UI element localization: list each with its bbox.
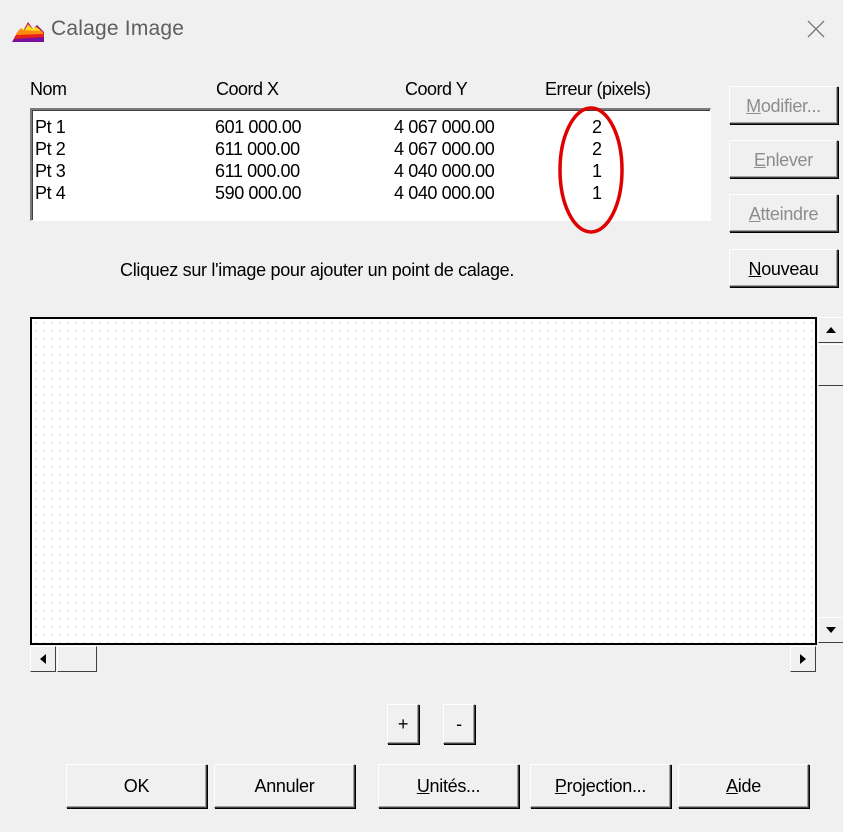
vertical-scrollbar[interactable] <box>817 317 843 645</box>
vertical-scroll-thumb[interactable] <box>818 344 843 386</box>
annuler-button[interactable]: Annuler <box>214 764 355 808</box>
mountain-app-icon <box>12 22 44 42</box>
projection-button[interactable]: Projection... <box>530 764 671 808</box>
modifier-mnemonic: M <box>746 96 761 116</box>
list-item[interactable]: Pt 2 611 000.00 4 067 000.00 2 <box>32 138 710 160</box>
scroll-left-button[interactable] <box>30 646 56 672</box>
aide-label: ide <box>737 776 761 796</box>
nouveau-label: ouveau <box>761 259 819 279</box>
projection-mnemonic: P <box>554 776 567 796</box>
arrow-down-icon <box>826 627 836 633</box>
modifier-button[interactable]: Modifier... <box>729 86 838 124</box>
title-bar: Calage Image <box>0 0 843 62</box>
unites-label: nités... <box>429 776 481 796</box>
column-header-coord-y: Coord Y <box>405 79 468 99</box>
point-error: 2 <box>592 139 602 159</box>
arrow-left-icon <box>40 654 46 664</box>
scroll-up-button[interactable] <box>818 317 843 343</box>
enlever-mnemonic: E <box>754 150 766 170</box>
enlever-button[interactable]: Enlever <box>729 140 838 178</box>
point-coord-x: 590 000.00 <box>215 183 302 203</box>
arrow-up-icon <box>826 327 836 333</box>
atteindre-mnemonic: A <box>748 204 761 224</box>
point-coord-y: 4 040 000.00 <box>394 183 495 203</box>
projection-label: rojection... <box>566 776 647 796</box>
point-error: 1 <box>592 183 602 203</box>
horizontal-scroll-thumb[interactable] <box>57 646 97 672</box>
atteindre-label: tteindre <box>760 204 819 224</box>
ok-button[interactable]: OK <box>66 764 207 808</box>
point-coord-y: 4 040 000.00 <box>394 161 495 181</box>
list-item[interactable]: Pt 3 611 000.00 4 040 000.00 1 <box>32 160 710 182</box>
point-coord-x: 611 000.00 <box>215 161 300 181</box>
nouveau-button[interactable]: Nouveau <box>729 249 838 287</box>
column-header-coord-x: Coord X <box>216 79 279 99</box>
point-name: Pt 2 <box>35 139 66 159</box>
point-coord-y: 4 067 000.00 <box>394 117 495 137</box>
atteindre-button[interactable]: Atteindre <box>729 194 838 232</box>
list-item[interactable]: Pt 4 590 000.00 4 040 000.00 1 <box>32 182 710 204</box>
point-coord-y: 4 067 000.00 <box>394 139 495 159</box>
column-header-nom: Nom <box>30 79 67 99</box>
aide-mnemonic: A <box>726 776 738 796</box>
zoom-out-button[interactable]: - <box>443 704 475 744</box>
enlever-label: nlever <box>765 150 814 170</box>
image-canvas[interactable] <box>30 317 817 645</box>
close-icon[interactable] <box>799 12 833 46</box>
aide-button[interactable]: Aide <box>678 764 809 808</box>
modifier-label: odifier... <box>760 96 821 116</box>
unites-mnemonic: U <box>416 776 430 796</box>
arrow-right-icon <box>800 654 806 664</box>
point-name: Pt 1 <box>35 117 66 137</box>
scroll-down-button[interactable] <box>818 617 843 643</box>
column-header-erreur: Erreur (pixels) <box>545 79 651 99</box>
window-title: Calage Image <box>51 17 185 40</box>
list-item[interactable]: Pt 1 601 000.00 4 067 000.00 2 <box>32 116 710 138</box>
point-coord-x: 611 000.00 <box>215 139 300 159</box>
scroll-right-button[interactable] <box>790 646 816 672</box>
zoom-in-button[interactable]: + <box>387 704 419 744</box>
hint-text: Cliquez sur l'image pour ajouter un poin… <box>120 260 515 280</box>
control-points-list[interactable]: Pt 1 601 000.00 4 067 000.00 2 Pt 2 611 … <box>30 108 711 221</box>
point-name: Pt 3 <box>35 161 66 181</box>
horizontal-scrollbar[interactable] <box>30 645 817 673</box>
point-error: 2 <box>592 117 602 137</box>
point-coord-x: 601 000.00 <box>215 117 302 137</box>
nouveau-mnemonic: N <box>748 259 762 279</box>
point-name: Pt 4 <box>35 183 66 203</box>
point-error: 1 <box>592 161 602 181</box>
unites-button[interactable]: Unités... <box>378 764 519 808</box>
